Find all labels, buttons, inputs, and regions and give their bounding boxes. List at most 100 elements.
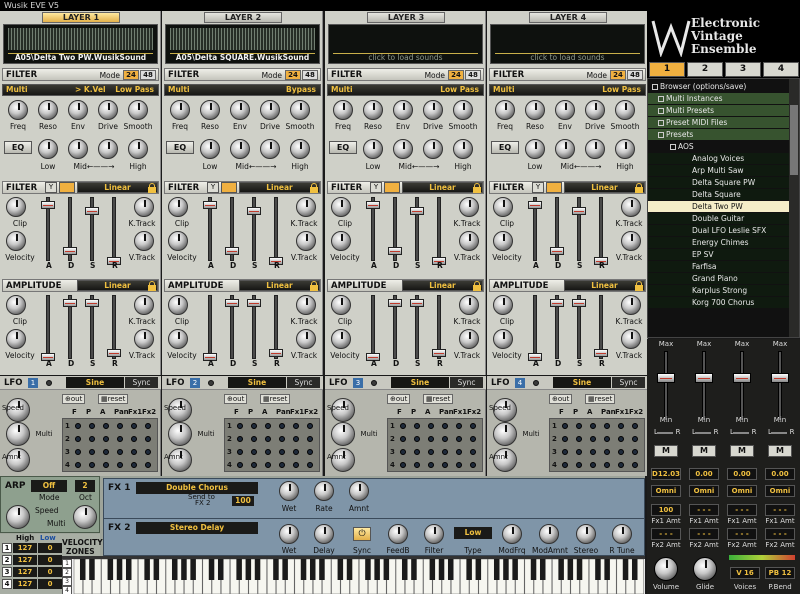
filter-reso-knob[interactable] xyxy=(525,100,545,120)
fx2-amount-field[interactable]: - - - xyxy=(727,528,757,540)
black-key[interactable] xyxy=(337,559,344,580)
amp-env-a-track[interactable] xyxy=(533,295,537,359)
lfo-grid-cell[interactable] xyxy=(89,449,95,455)
lfo-grid-cell[interactable] xyxy=(145,449,151,455)
fx1-wet-knob[interactable] xyxy=(279,481,299,501)
browser-folder-item[interactable]: Multi Presets xyxy=(648,105,799,116)
lfo-grid-cell[interactable] xyxy=(604,462,610,468)
amp-env-d-handle[interactable] xyxy=(225,299,239,307)
voices-field[interactable]: V 16 xyxy=(730,567,760,579)
filter-env-velocity-knob[interactable] xyxy=(6,231,26,251)
preset-list-item[interactable]: Delta Square PW xyxy=(648,177,799,188)
lfo-wave-select[interactable]: Sine xyxy=(553,377,611,388)
piano-keyboard[interactable] xyxy=(62,556,645,594)
lfo-sync-button[interactable]: Sync xyxy=(287,377,320,388)
zone-low-field[interactable]: 0 xyxy=(38,555,62,565)
lfo-grid-cell[interactable] xyxy=(265,423,271,429)
filter-env-d-handle[interactable] xyxy=(225,247,239,255)
black-key[interactable] xyxy=(309,559,316,580)
amp-env-knob-tl[interactable] xyxy=(493,295,513,315)
lfo-grid-cell[interactable] xyxy=(89,423,95,429)
filter-drive-knob[interactable] xyxy=(423,100,443,120)
black-key[interactable] xyxy=(236,559,242,580)
black-key[interactable] xyxy=(493,559,500,580)
fx2-type-select-field[interactable]: Low xyxy=(454,527,492,539)
fine-tune-field[interactable]: 0.00 xyxy=(765,468,795,480)
mode-48-button[interactable]: 48 xyxy=(140,70,156,80)
lfo-grid-cell[interactable] xyxy=(456,436,462,442)
mixer-fader-handle[interactable] xyxy=(657,373,675,383)
lfo-wave-select[interactable]: Sine xyxy=(66,377,124,388)
eq-knob-3[interactable] xyxy=(98,139,118,159)
arp-multi-knob[interactable] xyxy=(73,505,97,529)
lfo-grid-cell[interactable] xyxy=(456,462,462,468)
lfo-grid-cell[interactable] xyxy=(237,436,243,442)
black-key[interactable] xyxy=(171,559,178,580)
wave-display-1[interactable]: A05\Delta Two PW.WusikSound xyxy=(3,24,158,64)
lfo-grid-cell[interactable] xyxy=(75,449,81,455)
filter-env-r-track[interactable] xyxy=(599,197,603,261)
lfo-grid-cell[interactable] xyxy=(442,462,448,468)
lfo-grid-cell[interactable] xyxy=(590,436,596,442)
fx2-delay-knob[interactable] xyxy=(314,524,334,544)
black-key[interactable] xyxy=(254,559,261,580)
eq-knob-2[interactable] xyxy=(68,139,88,159)
black-key[interactable] xyxy=(539,559,546,580)
lfo-multi-knob[interactable] xyxy=(168,422,192,446)
filter-reso-knob[interactable] xyxy=(200,100,220,120)
lfo-grid-cell[interactable] xyxy=(562,462,568,468)
midi-channel-field[interactable]: Omni xyxy=(651,485,681,497)
amp-env-knob-tl[interactable] xyxy=(6,295,26,315)
env-shape-icon[interactable] xyxy=(384,182,400,193)
fx1-amount-field[interactable]: - - - xyxy=(765,504,795,516)
lfo-grid-cell[interactable] xyxy=(442,436,448,442)
black-key[interactable] xyxy=(273,559,279,580)
lfo-grid-cell[interactable] xyxy=(456,423,462,429)
filter-env-r-track[interactable] xyxy=(274,197,278,261)
eq-button[interactable]: EQ xyxy=(166,141,194,154)
lfo-grid-cell[interactable] xyxy=(576,436,582,442)
eq-button[interactable]: EQ xyxy=(329,141,357,154)
lfo-grid-cell[interactable] xyxy=(307,462,313,468)
lfo-grid-cell[interactable] xyxy=(414,423,420,429)
preset-list-item[interactable]: Karplus Strong xyxy=(648,285,799,296)
lfo-grid-cell[interactable] xyxy=(576,423,582,429)
filter-smooth-knob[interactable] xyxy=(128,100,148,120)
amp-env-velocity-knob[interactable] xyxy=(331,329,351,349)
lfo-grid-cell[interactable] xyxy=(562,436,568,442)
lfo-grid-cell[interactable] xyxy=(251,449,257,455)
filter-type-bar[interactable]: Multi > K.Vel Low Pass xyxy=(2,84,159,96)
lfo-grid-cell[interactable] xyxy=(632,436,638,442)
black-key[interactable] xyxy=(365,559,371,580)
layer-tab-2[interactable]: LAYER 2 xyxy=(204,12,282,23)
filter-env-velocity-knob[interactable] xyxy=(168,231,188,251)
amp-env-s-handle[interactable] xyxy=(572,299,586,307)
lfo-grid-cell[interactable] xyxy=(145,436,151,442)
eq-knob-1[interactable] xyxy=(525,139,545,159)
filter-env-knob-tl[interactable] xyxy=(493,197,513,217)
midi-channel-field[interactable]: Omni xyxy=(727,485,757,497)
mute-button[interactable]: M xyxy=(730,445,754,457)
preset-tab-3[interactable]: 3 xyxy=(725,62,761,77)
fx2-sync-button[interactable]: ⏻ xyxy=(353,527,371,541)
eq-knob-4[interactable] xyxy=(615,139,635,159)
black-key[interactable] xyxy=(558,559,564,580)
amp-env-r-handle[interactable] xyxy=(594,349,608,357)
send-amount-field[interactable]: 100 xyxy=(232,496,254,506)
lfo-grid-cell[interactable] xyxy=(618,462,624,468)
browser-root[interactable]: Browser (options/save) xyxy=(648,81,799,92)
amp-env-d-handle[interactable] xyxy=(63,299,77,307)
lfo-grid-cell[interactable] xyxy=(293,449,299,455)
lfo-grid-cell[interactable] xyxy=(470,436,476,442)
filter-env-knob[interactable] xyxy=(230,100,250,120)
lfo-grid-cell[interactable] xyxy=(576,449,582,455)
mode-48-button[interactable]: 48 xyxy=(627,70,643,80)
filter-env-d-handle[interactable] xyxy=(63,247,77,255)
lfo-out-button[interactable]: ⊕out xyxy=(62,394,86,404)
filter-freq-knob[interactable] xyxy=(333,100,353,120)
lfo-grid-cell[interactable] xyxy=(131,449,137,455)
arp-mode-display[interactable]: Off xyxy=(31,480,67,492)
filter-env-vtrack-knob[interactable] xyxy=(134,231,154,251)
lfo-grid-cell[interactable] xyxy=(562,449,568,455)
lfo-grid-cell[interactable] xyxy=(131,436,137,442)
